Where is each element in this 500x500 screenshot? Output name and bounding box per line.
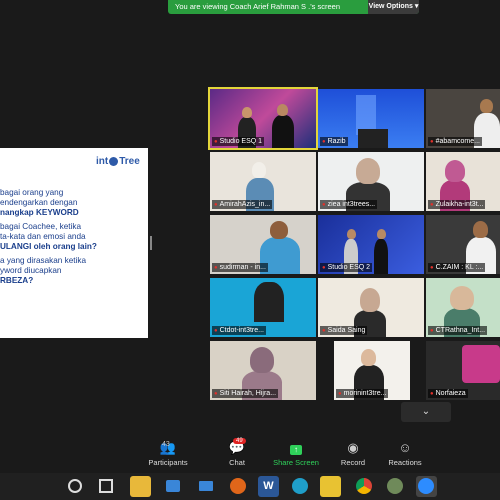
muted-mic-icon: ● — [322, 265, 326, 271]
chat-label: Chat — [229, 458, 245, 467]
tile-name: ● Norfaieza — [428, 389, 468, 398]
slide-line: endengarkan dengan — [0, 198, 78, 207]
view-options-button[interactable]: View Options ▾ — [368, 0, 419, 14]
video-tile[interactable]: ● CTRathna_Int... — [426, 278, 500, 337]
chat-button[interactable]: 💬 49 Chat — [220, 438, 254, 467]
video-tile[interactable]: ● #abamcome... — [426, 89, 500, 148]
muted-mic-icon: ● — [214, 391, 218, 397]
record-button[interactable]: ◉ Record — [336, 440, 370, 467]
photos-icon[interactable] — [385, 476, 406, 497]
slide-line: ULANGI oleh orang lain? — [0, 242, 97, 251]
muted-mic-icon: ● — [430, 391, 434, 397]
task-view-icon[interactable] — [95, 476, 116, 497]
tile-name: ● AmirahAzis_in... — [212, 200, 273, 209]
video-tile[interactable]: ● AmirahAzis_in... — [210, 152, 316, 211]
muted-mic-icon: ● — [214, 139, 218, 145]
chevron-down-icon: ⌄ — [421, 406, 431, 417]
tile-name: ● #abamcome... — [428, 137, 482, 146]
video-tile[interactable]: ● Razib — [318, 89, 424, 148]
muted-mic-icon: ● — [214, 202, 218, 208]
muted-mic-icon: ● — [338, 391, 342, 397]
logo-mark-icon — [109, 156, 119, 166]
banner-text: You are viewing Coach Arief Rahman S .'s… — [175, 2, 340, 11]
reactions-label: Reactions — [388, 458, 422, 467]
video-tile[interactable]: ● Zulaikha-int3t... — [426, 152, 500, 211]
sticky-notes-icon[interactable] — [320, 476, 341, 497]
video-tile[interactable]: ● Ctdot-int3tre... — [210, 278, 316, 337]
video-tile[interactable]: ● morinint3tre... — [334, 341, 410, 400]
slide-line: nangkap KEYWORD — [0, 208, 79, 217]
tile-name: ● Ctdot-int3tre... — [212, 326, 266, 335]
edge-icon[interactable] — [290, 476, 311, 497]
share-screen-label: Share Screen — [273, 458, 319, 467]
shared-slide: int Tree bagai orang yang endengarkan den… — [0, 148, 148, 338]
slide-line: ta-kata dan emosi anda — [0, 232, 86, 241]
video-tile[interactable]: ● ziea int3trees... — [318, 152, 424, 211]
tile-name: ● ziea int3trees... — [320, 200, 378, 209]
file-explorer-icon[interactable] — [130, 476, 151, 497]
reactions-button[interactable]: ☺ Reactions — [384, 440, 426, 467]
share-screen-icon: ↑ — [268, 440, 324, 456]
scroll-down-button[interactable]: ⌄ — [401, 402, 451, 422]
firefox-icon[interactable] — [228, 476, 249, 497]
tile-name: ● Razib — [320, 137, 348, 146]
zoom-icon[interactable] — [416, 476, 437, 497]
video-tile[interactable]: ● Norfaieza — [426, 341, 500, 400]
muted-mic-icon: ● — [322, 328, 326, 334]
slide-line: bagai Coachee, ketika — [0, 222, 82, 231]
video-tile[interactable]: ● C.ZAIM : KL :... — [426, 215, 500, 274]
slide-logo: int Tree — [96, 156, 140, 167]
slide-line: RBEZA? — [0, 276, 34, 285]
muted-mic-icon: ● — [322, 139, 326, 145]
muted-mic-icon: ● — [430, 328, 434, 334]
logo-text-left: int — [96, 156, 109, 167]
mail-icon[interactable] — [196, 476, 217, 497]
muted-mic-icon: ● — [430, 265, 434, 271]
chrome-icon[interactable] — [354, 476, 375, 497]
muted-mic-icon: ● — [214, 265, 218, 271]
record-label: Record — [340, 458, 366, 467]
video-tile[interactable]: ● Studio ESQ 1 — [208, 87, 318, 150]
muted-mic-icon: ● — [322, 202, 326, 208]
participants-count: 43 — [162, 441, 170, 448]
slide-line: bagai orang yang — [0, 188, 64, 197]
share-screen-button[interactable]: ↑ Share Screen — [268, 440, 324, 467]
word-icon[interactable]: W — [258, 476, 279, 497]
video-tile[interactable]: ● Studio ESQ 2 — [318, 215, 424, 274]
search-circle-icon[interactable] — [65, 476, 86, 497]
muted-mic-icon: ● — [430, 139, 434, 145]
taskbar: W — [0, 473, 500, 500]
video-tile[interactable]: ● sudirman - in... — [210, 215, 316, 274]
logo-text-right: Tree — [119, 156, 140, 167]
video-tile[interactable]: ● Siti Hairah, Hijra... — [210, 341, 316, 400]
muted-mic-icon: ● — [214, 328, 218, 334]
tile-name: ● Zulaikha-int3t... — [428, 200, 486, 209]
slide-line: yword diucapkan — [0, 266, 62, 275]
tile-name: ● sudirman - in... — [212, 263, 268, 272]
chat-unread-badge: 49 — [233, 438, 246, 444]
muted-mic-icon: ● — [430, 202, 434, 208]
tile-name: ● CTRathna_Int... — [428, 326, 488, 335]
tile-name: ● C.ZAIM : KL :... — [428, 263, 486, 272]
tile-name: ● Studio ESQ 2 — [320, 263, 373, 272]
split-view-handle[interactable] — [150, 236, 152, 250]
tile-name: ● Siti Hairah, Hijra... — [212, 389, 279, 398]
tile-name: ● morinint3tre... — [336, 389, 389, 398]
record-icon: ◉ — [347, 440, 359, 455]
video-tile[interactable]: ● Saida Saing — [318, 278, 424, 337]
tile-name: ● Saida Saing — [320, 326, 368, 335]
smiley-plus-icon: ☺ — [398, 440, 412, 455]
tile-name: ● Studio ESQ 1 — [212, 137, 265, 146]
slide-line: a yang dirasakan ketika — [0, 256, 87, 265]
store-icon[interactable] — [163, 476, 184, 497]
participants-button[interactable]: 👥 43 Participants — [142, 440, 194, 467]
participants-label: Participants — [148, 458, 188, 467]
meeting-controls: 👥 43 Participants 💬 49 Chat ↑ Share Scre… — [0, 436, 500, 472]
